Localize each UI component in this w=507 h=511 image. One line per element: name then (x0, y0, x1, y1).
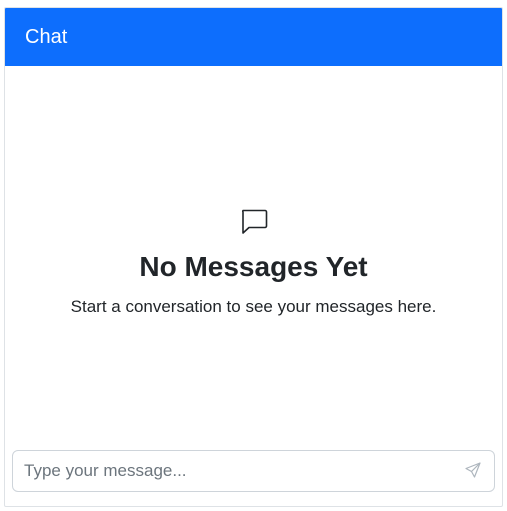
empty-state-subtitle: Start a conversation to see your message… (70, 297, 437, 316)
message-input[interactable] (13, 451, 494, 491)
send-button[interactable] (462, 460, 484, 482)
messages-area: No Messages Yet Start a conversation to … (5, 66, 502, 450)
chat-title: Chat (25, 25, 68, 48)
empty-state-title: No Messages Yet (139, 251, 368, 282)
chat-panel: Chat No Messages Yet Start a conversatio… (4, 7, 503, 507)
message-input-group (12, 450, 495, 492)
send-icon (465, 461, 481, 481)
chat-header: Chat (5, 8, 502, 66)
composer (5, 450, 502, 506)
chat-bubble-icon (238, 205, 270, 251)
